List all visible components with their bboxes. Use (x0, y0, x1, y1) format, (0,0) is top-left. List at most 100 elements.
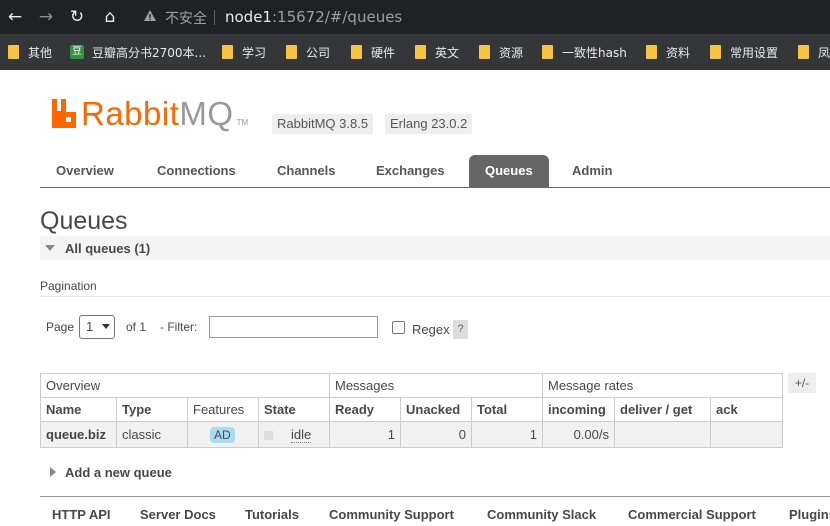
page-select[interactable]: 1 (79, 315, 115, 339)
bookmark-item[interactable]: 资源 (479, 43, 523, 61)
folder-icon (798, 45, 809, 59)
footer-link-community-support[interactable]: Community Support (329, 507, 454, 522)
footer-link-commercial-support[interactable]: Commercial Support (628, 507, 756, 522)
col-ready[interactable]: Ready (329, 397, 401, 422)
collapse-triangle-icon[interactable] (45, 245, 55, 251)
regex-help-button[interactable]: ? (453, 320, 468, 339)
col-features[interactable]: Features (187, 397, 259, 422)
page-count-label: of 1 (126, 320, 147, 334)
address-bar[interactable]: node1:15672/#/queues (225, 8, 402, 26)
pagination-divider (40, 296, 830, 297)
queue-name-link[interactable]: queue.biz (46, 427, 106, 442)
total-count: 1 (471, 421, 543, 448)
ready-count: 1 (329, 421, 401, 448)
folder-icon (542, 45, 553, 59)
page-label: Page (46, 320, 75, 334)
reload-icon[interactable]: ↻ (66, 6, 88, 28)
bookmark-item[interactable]: 硬件 (351, 43, 395, 61)
tab-connections[interactable]: Connections (141, 155, 252, 187)
col-unacked[interactable]: Unacked (400, 397, 472, 422)
filter-input[interactable] (209, 316, 378, 338)
folder-icon (8, 45, 19, 59)
col-ack[interactable]: ack (710, 397, 783, 422)
home-icon[interactable]: ⌂ (99, 6, 121, 28)
bookmark-label: 资源 (499, 45, 524, 60)
bookmark-label: 英文 (435, 45, 460, 60)
tab-queues[interactable]: Queues (469, 155, 549, 187)
col-incoming[interactable]: incoming (542, 397, 615, 422)
trademark-mark: TM (236, 118, 249, 127)
insecure-label[interactable]: 不安全 (165, 8, 207, 28)
erlang-version: Erlang 23.0.2 (385, 114, 473, 134)
footer-link-http-api[interactable]: HTTP API (52, 507, 111, 522)
expand-triangle-icon[interactable] (50, 467, 56, 477)
footer-link-community-slack[interactable]: Community Slack (487, 507, 596, 522)
bookmark-item[interactable]: 一致性hash (542, 43, 627, 61)
unacked-count: 0 (400, 421, 472, 448)
col-type[interactable]: Type (116, 397, 188, 422)
group-message-rates: Message rates (542, 373, 783, 398)
bookmark-item[interactable]: 公司 (286, 43, 330, 61)
bookmark-label: 凤 (818, 45, 830, 60)
feature-badge: AD (210, 426, 235, 443)
col-name[interactable]: Name (40, 397, 117, 422)
state-indicator-icon (264, 431, 273, 441)
bookmark-item[interactable]: 常用设置 (710, 43, 778, 61)
bookmark-item[interactable]: 凤 (798, 43, 830, 61)
folder-icon (646, 45, 657, 59)
folder-icon (286, 45, 297, 59)
col-deliver-get[interactable]: deliver / get (614, 397, 711, 422)
column-toggle-button[interactable]: +/- (788, 373, 816, 393)
regex-label[interactable]: Regex (412, 322, 450, 337)
tab-channels[interactable]: Channels (261, 155, 352, 187)
folder-icon (415, 45, 426, 59)
bookmark-item[interactable]: 其他 (8, 43, 52, 61)
footer-link-plugins[interactable]: Plugins (789, 507, 830, 522)
table-row[interactable]: queue.biz classic AD idle 1 0 1 0.00/s (40, 421, 783, 448)
forward-arrow-icon[interactable]: → (35, 6, 57, 28)
bookmark-item[interactable]: 豆豆瓣高分书2700本... (70, 43, 206, 61)
chevron-down-icon (102, 324, 110, 329)
table-header-row: Name Type Features State Ready Unacked T… (40, 397, 783, 422)
address-separator (214, 10, 215, 25)
tab-overview[interactable]: Overview (40, 155, 130, 187)
tab-exchanges[interactable]: Exchanges (360, 155, 461, 187)
incoming-rate: 0.00/s (542, 421, 615, 448)
main-tabs: Overview Connections Channels Exchanges … (40, 155, 830, 188)
queues-table: Overview Messages Message rates Name Typ… (40, 373, 783, 448)
bookmark-label: 常用设置 (730, 45, 779, 60)
bookmark-label: 其他 (28, 45, 53, 60)
warning-icon[interactable] (143, 9, 157, 23)
filter-label: - Filter: (160, 320, 198, 334)
browser-toolbar: ← → ↻ ⌂ 不安全 node1:15672/#/queues (0, 0, 830, 34)
bookmark-label: 学习 (242, 45, 267, 60)
back-arrow-icon[interactable]: ← (4, 6, 26, 28)
tab-admin[interactable]: Admin (556, 155, 628, 187)
ack-rate (710, 421, 783, 448)
col-total[interactable]: Total (471, 397, 543, 422)
folder-icon (479, 45, 490, 59)
rabbitmq-version: RabbitMQ 3.8.5 (272, 114, 374, 134)
add-queue-toggle[interactable]: Add a new queue (65, 465, 172, 480)
all-queues-section-header[interactable] (40, 236, 830, 260)
url-host: node1 (225, 8, 272, 26)
footer-link-server-docs[interactable]: Server Docs (140, 507, 216, 522)
queue-state: idle (291, 427, 312, 443)
footer-link-tutorials[interactable]: Tutorials (245, 507, 299, 522)
bookmark-item[interactable]: 资料 (646, 43, 690, 61)
douban-icon: 豆 (70, 45, 84, 59)
url-path: :15672/#/queues (271, 8, 403, 26)
page-select-value: 1 (86, 319, 94, 334)
all-queues-label[interactable]: All queues (1) (65, 241, 150, 256)
regex-checkbox[interactable] (392, 321, 405, 334)
bookmark-item[interactable]: 学习 (222, 43, 266, 61)
col-state[interactable]: State (258, 397, 330, 422)
bookmark-label: 硬件 (371, 45, 396, 60)
bookmark-item[interactable]: 英文 (415, 43, 459, 61)
queue-type: classic (116, 421, 188, 448)
bookmark-label: 公司 (306, 45, 331, 60)
rabbitmq-logo[interactable]: RabbitMQ TM (51, 96, 248, 130)
folder-icon (351, 45, 362, 59)
bookmark-label: 豆瓣高分书2700本... (92, 45, 206, 60)
pagination-label: Pagination (40, 279, 97, 293)
